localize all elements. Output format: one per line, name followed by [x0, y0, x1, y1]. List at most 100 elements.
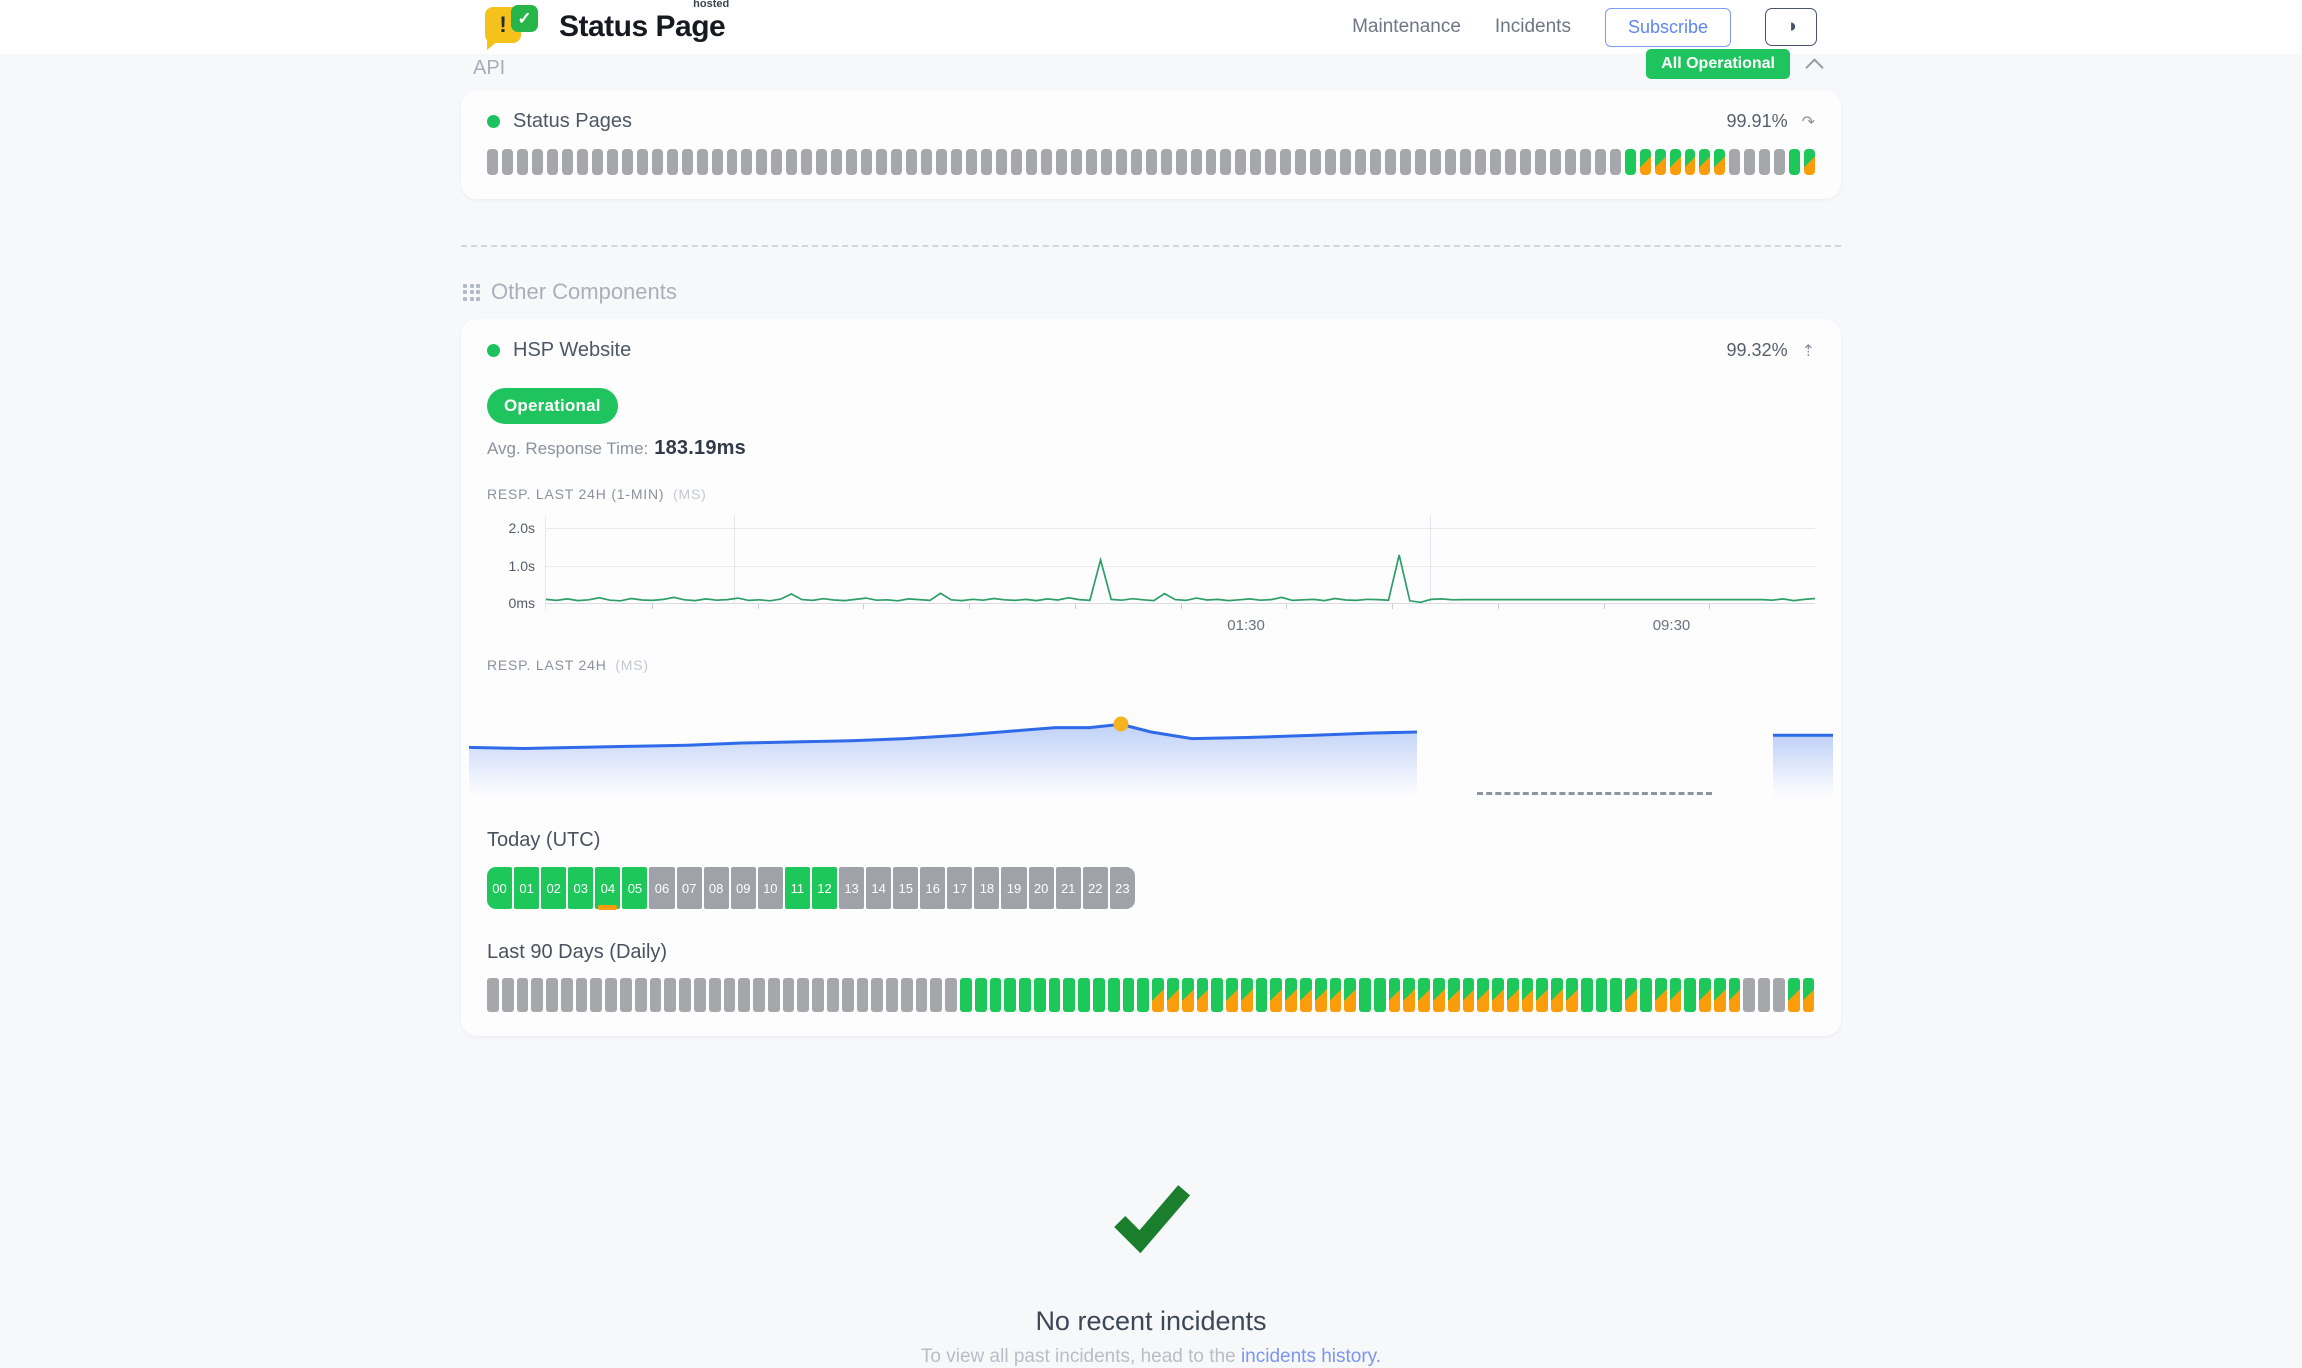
avg-response-label: Avg. Response Time: — [487, 439, 648, 458]
uptime-bar — [1359, 978, 1371, 1012]
uptime-bar — [951, 149, 962, 175]
uptime-bar — [1804, 149, 1815, 175]
highlight-point[interactable] — [1113, 717, 1128, 732]
refresh-icon[interactable]: ↷ — [1802, 112, 1815, 132]
uptime-bar — [1536, 978, 1548, 1012]
other-components-heading: Other Components — [463, 279, 1841, 305]
uptime-bar — [960, 978, 972, 1012]
uptime-bar — [1340, 149, 1351, 175]
component-row-status-pages[interactable]: Status Pages 99.91% ↷ — [487, 110, 1815, 133]
today-heading: Today (UTC) — [487, 829, 1815, 852]
uptime-bar — [1176, 149, 1187, 175]
uptime-bar — [1522, 978, 1534, 1012]
y-tick-label: 1.0s — [509, 558, 535, 574]
hour-cell-05: 05 — [622, 867, 647, 909]
uptime-bar — [906, 149, 917, 175]
uptime-bar — [1167, 978, 1179, 1012]
response-time-area-chart[interactable] — [469, 687, 1833, 807]
hour-cell-19: 19 — [1001, 867, 1026, 909]
page-content: All Operational API Status Pages 99.91% … — [461, 54, 1841, 1368]
component-name: Status Pages — [513, 110, 632, 133]
incidents-history-link[interactable]: incidents history. — [1241, 1346, 1381, 1367]
trend-up-icon[interactable]: ⇡ — [1802, 341, 1815, 361]
hour-cell-02: 02 — [541, 867, 566, 909]
hour-cell-17: 17 — [947, 867, 972, 909]
avg-response-value: 183.19ms — [654, 437, 746, 459]
api-status-card: Status Pages 99.91% ↷ — [461, 90, 1841, 199]
uptime-bar — [1131, 149, 1142, 175]
uptime-bar — [871, 978, 883, 1012]
hour-cell-03: 03 — [568, 867, 593, 909]
nav-incidents[interactable]: Incidents — [1495, 16, 1571, 38]
uptime-bar — [1475, 149, 1486, 175]
hsp-website-card: HSP Website 99.32% ⇡ Operational Avg. Re… — [461, 319, 1841, 1036]
uptime-bar — [724, 978, 736, 1012]
uptime-bar — [694, 978, 706, 1012]
uptime-bar — [1101, 149, 1112, 175]
subscribe-button[interactable]: Subscribe — [1605, 8, 1731, 47]
uptime-bar — [771, 149, 782, 175]
uptime-bar — [1315, 978, 1327, 1012]
uptime-bar — [592, 149, 603, 175]
uptime-bar — [1265, 149, 1276, 175]
uptime-percent: 99.32% — [1727, 340, 1788, 361]
uptime-bar — [1729, 978, 1741, 1012]
uptime-bar — [1788, 978, 1800, 1012]
uptime-bar — [1610, 978, 1622, 1012]
uptime-bar — [650, 978, 662, 1012]
uptime-bar — [607, 149, 618, 175]
uptime-bar — [1625, 978, 1637, 1012]
uptime-bar — [487, 978, 499, 1012]
uptime-bar — [1152, 978, 1164, 1012]
half-circle-icon: ◑ — [1785, 16, 1796, 38]
brand-superscript: hosted — [693, 0, 729, 10]
uptime-bar — [502, 978, 514, 1012]
uptime-bar — [1744, 149, 1755, 175]
uptime-bar — [797, 978, 809, 1012]
uptime-bar — [517, 149, 528, 175]
uptime-bar — [1433, 978, 1445, 1012]
all-operational-badge[interactable]: All Operational — [1646, 49, 1790, 79]
uptime-bar — [827, 978, 839, 1012]
uptime-bar — [1610, 149, 1621, 175]
uptime-bar — [1670, 978, 1682, 1012]
uptime-bar — [1773, 978, 1785, 1012]
uptime-bar — [1004, 978, 1016, 1012]
uptime-bar — [1400, 149, 1411, 175]
uptime-bar — [783, 978, 795, 1012]
hour-cell-16: 16 — [920, 867, 945, 909]
uptime-bar — [842, 978, 854, 1012]
uptime-bar — [945, 978, 957, 1012]
hour-cell-04: 04 — [595, 867, 620, 909]
uptime-bar — [1123, 978, 1135, 1012]
uptime-bar — [1086, 149, 1097, 175]
uptime-bar — [1430, 149, 1441, 175]
uptime-bar — [1280, 149, 1291, 175]
uptime-bar — [1137, 978, 1149, 1012]
uptime-bar — [1520, 149, 1531, 175]
uptime-bar — [562, 149, 573, 175]
theme-toggle-button[interactable]: ◑ — [1765, 8, 1817, 46]
hour-cell-23: 23 — [1110, 867, 1135, 909]
uptime-bar — [1774, 149, 1785, 175]
chart1-x-axis: 01:3009:30 — [545, 611, 1815, 637]
overall-status-row: All Operational — [1646, 49, 1821, 79]
uptime-bar-strip — [487, 149, 1815, 175]
uptime-bar — [679, 978, 691, 1012]
uptime-bar — [753, 978, 765, 1012]
uptime-bar — [1670, 149, 1681, 175]
uptime-bar — [975, 978, 987, 1012]
chart1-plot-area[interactable] — [545, 516, 1815, 611]
uptime-bar — [1182, 978, 1194, 1012]
hour-cell-12: 12 — [812, 867, 837, 909]
brand-name: Status Page hosted — [559, 10, 725, 44]
component-row-hsp-website[interactable]: HSP Website 99.32% ⇡ — [487, 339, 1815, 362]
nav-maintenance[interactable]: Maintenance — [1352, 16, 1461, 38]
hour-cell-08: 08 — [704, 867, 729, 909]
uptime-bar — [561, 978, 573, 1012]
chart2-label: RESP. LAST 24H (MS) — [487, 657, 1815, 673]
no-incidents-title: No recent incidents — [461, 1306, 1841, 1337]
collapse-chevron-icon[interactable] — [1805, 58, 1823, 76]
uptime-bar — [846, 149, 857, 175]
section-title: Other Components — [491, 279, 677, 305]
